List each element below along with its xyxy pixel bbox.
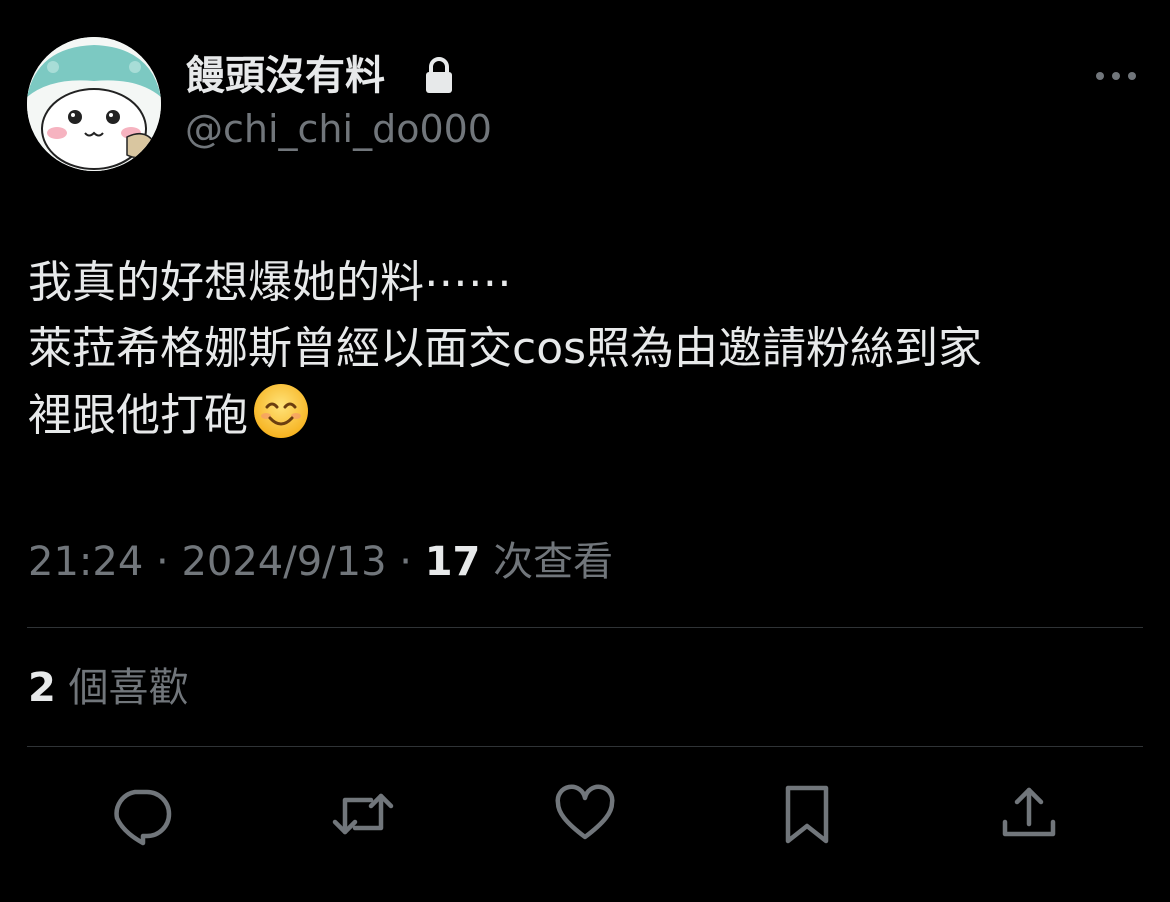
likes-summary[interactable]: 2 個喜歡 xyxy=(28,662,189,714)
separator: · xyxy=(386,539,425,585)
separator: · xyxy=(143,539,182,585)
divider xyxy=(27,627,1143,628)
retweet-button[interactable] xyxy=(331,782,395,846)
tweet-time[interactable]: 21:24 xyxy=(28,539,143,585)
lock-icon xyxy=(423,56,455,96)
divider xyxy=(27,746,1143,747)
bookmark-icon xyxy=(785,785,829,844)
like-button[interactable] xyxy=(553,782,617,846)
display-name[interactable]: 饅頭沒有料 xyxy=(185,52,385,100)
tweet-meta: 21:24 · 2024/9/13 · 17 次查看 xyxy=(28,536,613,588)
reply-button[interactable] xyxy=(109,782,173,846)
tweet-date[interactable]: 2024/9/13 xyxy=(181,539,386,585)
retweet-icon xyxy=(332,793,394,835)
tweet-text-line-content: 裡跟他打砲 xyxy=(28,390,248,441)
smiling-face-emoji-icon xyxy=(252,382,310,440)
tweet-text-line: 裡跟他打砲 xyxy=(28,382,1148,449)
share-icon xyxy=(1002,787,1056,837)
tweet-text-line: 我真的好想爆她的料⋯⋯ xyxy=(28,257,512,308)
likes-label: 個喜歡 xyxy=(55,665,189,711)
tweet-text-line: 萊菈希格娜斯曾經以面交cos照為由邀請粉絲到家 xyxy=(28,323,983,374)
views-count: 17 xyxy=(424,539,481,585)
share-button[interactable] xyxy=(997,782,1061,846)
views-label: 次查看 xyxy=(480,539,614,585)
tweet-text: 我真的好想爆她的料⋯⋯ 萊菈希格娜斯曾經以面交cos照為由邀請粉絲到家 裡跟他打… xyxy=(28,250,1148,449)
likes-count: 2 xyxy=(28,665,56,711)
more-options-button[interactable] xyxy=(1090,58,1142,94)
more-horizontal-icon xyxy=(1096,72,1136,80)
bookmark-button[interactable] xyxy=(775,782,839,846)
heart-icon xyxy=(555,784,615,840)
avatar[interactable] xyxy=(27,37,161,171)
reply-icon xyxy=(114,789,172,846)
avatar-image xyxy=(27,37,161,171)
user-handle[interactable]: @chi_chi_do000 xyxy=(185,105,492,153)
